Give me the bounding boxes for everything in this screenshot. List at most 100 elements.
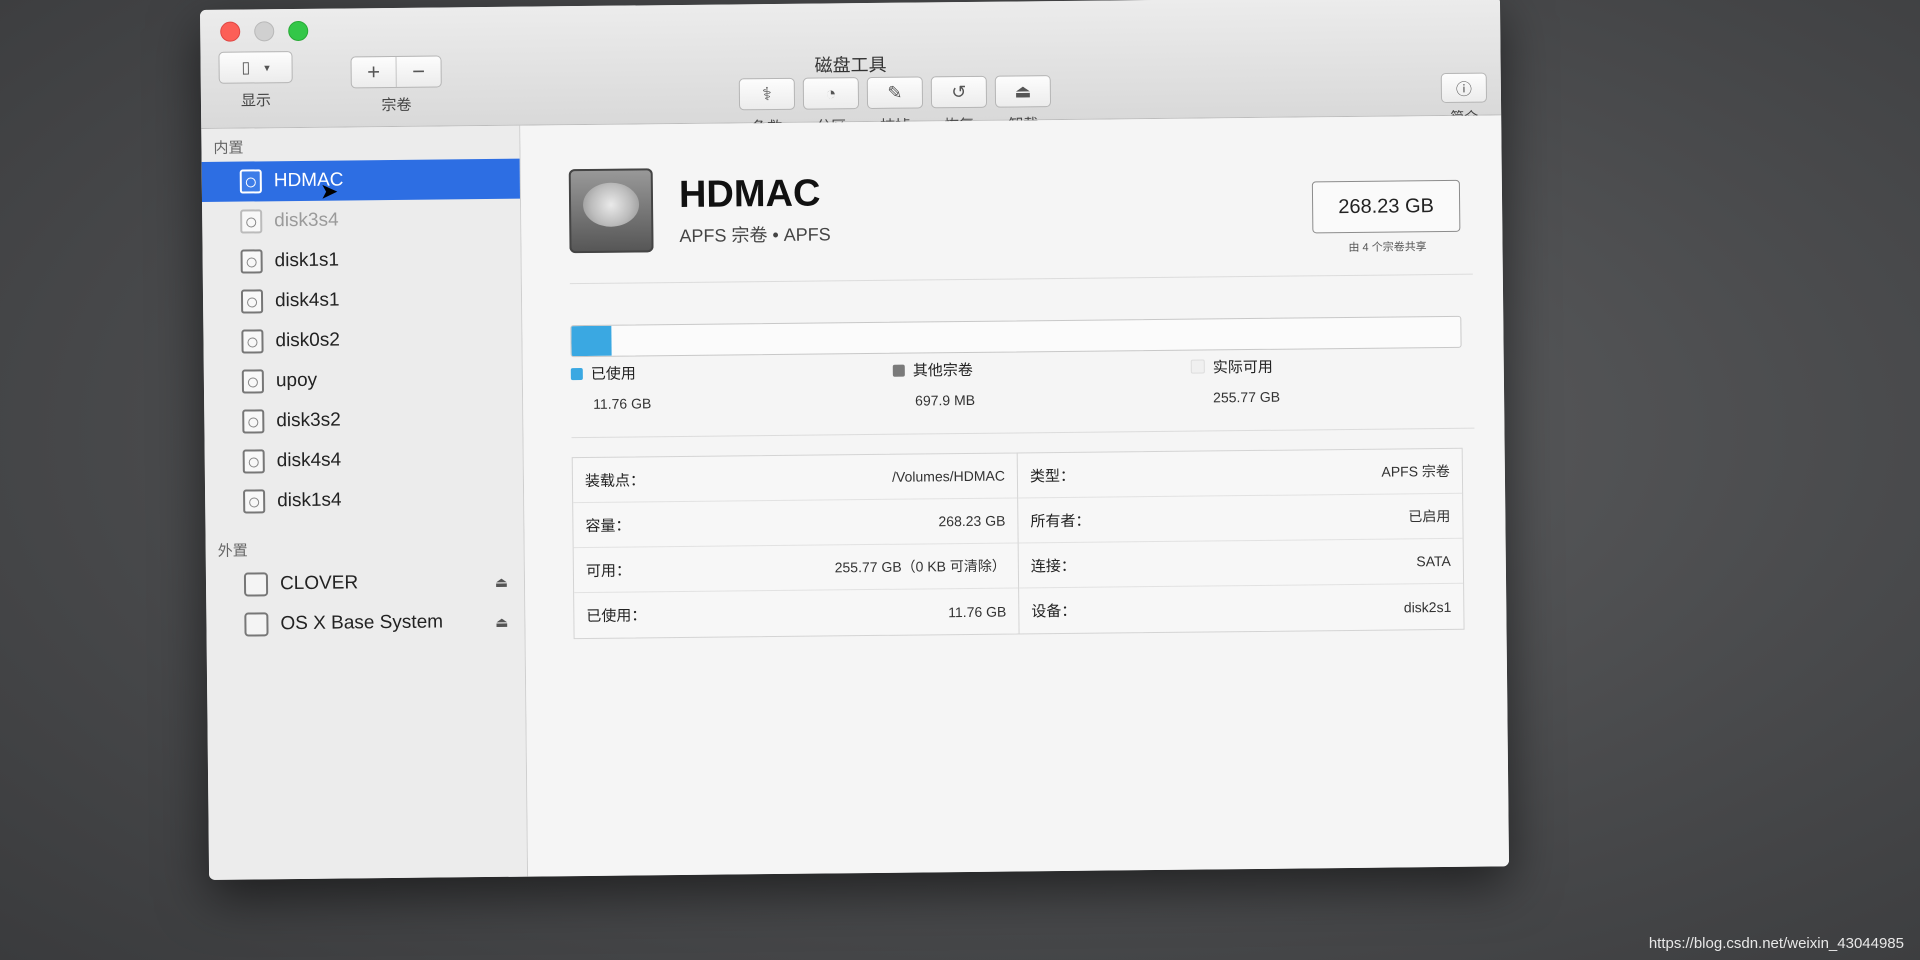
- info-value: SATA: [1416, 552, 1451, 570]
- info-value: APFS 宗卷: [1381, 462, 1450, 480]
- legend-swatch: [892, 364, 905, 377]
- info-row-owners: 所有者： 已启用: [1018, 493, 1463, 544]
- stethoscope-icon: ⚕: [761, 83, 772, 104]
- disk-icon: [243, 489, 266, 514]
- remove-volume-button[interactable]: −: [395, 56, 441, 87]
- sidebar-item-osx-base-system[interactable]: OS X Base System ⏏: [206, 602, 524, 645]
- legend-label: 其他宗卷: [912, 361, 973, 380]
- view-control[interactable]: ▯ ▾ 显示: [218, 51, 293, 111]
- volume-label: 宗卷: [381, 96, 412, 115]
- sidebar-icon: ▯: [241, 59, 251, 77]
- eject-icon: ⏏: [1014, 80, 1032, 101]
- disk-icon: [242, 449, 265, 474]
- info-row-used: 已使用： 11.76 GB: [574, 588, 1018, 638]
- info-value: /Volumes/HDMAC: [892, 467, 1006, 485]
- info-key: 所有者：: [1030, 512, 1091, 530]
- info-row-available: 可用： 255.77 GB（0 KB 可清除）: [573, 543, 1019, 594]
- usage-bar-fill: [571, 325, 612, 357]
- sidebar-item-upoy[interactable]: upoy: [204, 359, 522, 402]
- divider: [571, 427, 1475, 439]
- info-key: 类型：: [1029, 467, 1076, 485]
- sidebar-item-disk3s4[interactable]: disk3s4: [202, 199, 520, 242]
- info-button[interactable]: ⓘ: [1440, 72, 1488, 104]
- close-window-button[interactable]: [220, 21, 241, 42]
- sidebar-item-disk4s1[interactable]: disk4s1: [203, 279, 521, 322]
- info-key: 可用：: [585, 562, 631, 580]
- eject-icon[interactable]: ⏏: [495, 613, 508, 630]
- info-value: 255.77 GB（0 KB 可清除）: [834, 557, 1006, 576]
- info-value: 已启用: [1408, 507, 1451, 525]
- info-value: 11.76 GB: [948, 603, 1007, 620]
- sidebar-item-label: OS X Base System: [280, 611, 444, 635]
- chevron-down-icon: ▾: [264, 61, 270, 74]
- hard-disk-icon: [568, 168, 654, 254]
- legend-value: 697.9 MB: [915, 391, 976, 409]
- disk-icon: [242, 409, 265, 434]
- sidebar-item-label: CLOVER: [279, 572, 359, 595]
- sidebar-item-label: disk3s4: [274, 209, 339, 232]
- external-disk-icon: [243, 572, 269, 597]
- info-row-type: 类型： APFS 宗卷: [1017, 448, 1463, 499]
- info-row-connection: 连接： SATA: [1018, 538, 1464, 589]
- volume-size-caption: 由 4 个宗卷共享: [1348, 241, 1427, 254]
- legend-swatch: [1190, 359, 1205, 374]
- unmount-button[interactable]: ⏏: [994, 75, 1052, 108]
- legend-value: 11.76 GB: [593, 395, 652, 412]
- erase-button[interactable]: ✎: [866, 76, 924, 110]
- external-disk-icon: [244, 612, 269, 637]
- sidebar-item-disk3s2[interactable]: disk3s2: [204, 399, 522, 442]
- info-key: 已使用：: [586, 607, 647, 625]
- info-row-capacity: 容量： 268.23 GB: [573, 498, 1018, 549]
- volume-control: + − 宗卷: [350, 55, 442, 115]
- sidebar-item-label: disk4s4: [276, 449, 342, 472]
- disk-utility-window: 磁盘工具 ▯ ▾ 显示 + − 宗卷 ⚕ 急救 ◔ 分区 ✎ 抹掉: [200, 0, 1510, 880]
- sidebar-item-disk0s2[interactable]: disk0s2: [203, 319, 521, 362]
- sidebar-item-disk4s4[interactable]: disk4s4: [205, 439, 523, 482]
- sidebar: 内置 HDMAC ➤ disk3s4 disk1s1 disk4s1 disk0…: [201, 125, 529, 880]
- disk-icon: [240, 209, 263, 234]
- eject-icon[interactable]: ⏏: [495, 573, 508, 590]
- sidebar-item-label: disk0s2: [275, 329, 340, 352]
- minimize-window-button[interactable]: [254, 21, 275, 42]
- view-label: 显示: [240, 92, 272, 110]
- info-value: 268.23 GB: [938, 512, 1006, 530]
- sidebar-header-internal: 内置: [213, 139, 244, 157]
- sidebar-item-label: disk3s2: [276, 409, 341, 432]
- volume-subtitle: APFS 宗卷 • APFS: [679, 224, 831, 246]
- sidebar-item-disk1s1[interactable]: disk1s1: [202, 239, 520, 282]
- disk-icon: [241, 329, 264, 354]
- divider: [569, 273, 1473, 285]
- volume-segment: + −: [350, 55, 442, 89]
- partition-button[interactable]: ◔: [802, 77, 860, 110]
- add-volume-button[interactable]: +: [352, 57, 396, 87]
- info-key: 装载点：: [584, 471, 646, 490]
- info-key: 容量：: [585, 517, 631, 535]
- legend-used: 已使用 11.76 GB: [570, 362, 652, 412]
- info-row-mount-point: 装载点： /Volumes/HDMAC: [572, 453, 1018, 504]
- disk-icon: [241, 369, 265, 394]
- legend-swatch: [570, 368, 583, 381]
- volume-info-table: 装载点： /Volumes/HDMAC 容量： 268.23 GB 可用： 255.7…: [571, 447, 1465, 640]
- usage-bar: [570, 315, 1462, 358]
- info-row-device: 设备： disk2s1: [1019, 584, 1463, 634]
- sidebar-item-hdmac[interactable]: HDMAC ➤: [201, 158, 520, 204]
- erase-icon: ✎: [887, 82, 903, 103]
- info-column-left: 装载点： /Volumes/HDMAC 容量： 268.23 GB 可用： 255.7…: [572, 453, 1019, 638]
- volume-detail-pane: HDMAC APFS 宗卷 • APFS 268.23 GB 由 4 个宗卷共享…: [520, 115, 1510, 877]
- disk-icon: [240, 249, 263, 274]
- disk-icon: [240, 289, 264, 314]
- view-button[interactable]: ▯ ▾: [218, 51, 293, 84]
- info-key: 连接：: [1030, 557, 1076, 575]
- sidebar-item-label: disk1s4: [277, 489, 342, 512]
- info-column-right: 类型： APFS 宗卷 所有者： 已启用 连接： SATA 设备： disk2s1: [1016, 448, 1464, 634]
- sidebar-item-clover[interactable]: CLOVER ⏏: [206, 562, 524, 605]
- sidebar-item-label: disk4s1: [274, 289, 340, 312]
- zoom-window-button[interactable]: [288, 20, 309, 42]
- sidebar-item-disk1s4[interactable]: disk1s4: [205, 479, 523, 522]
- first-aid-button[interactable]: ⚕: [738, 77, 796, 111]
- volume-name: HDMAC: [678, 172, 821, 216]
- legend-available: 实际可用 255.77 GB: [1190, 356, 1280, 406]
- volume-size: 268.23 GB: [1311, 179, 1461, 234]
- restore-button[interactable]: ↺: [930, 75, 988, 109]
- sidebar-item-label: disk1s1: [274, 249, 340, 272]
